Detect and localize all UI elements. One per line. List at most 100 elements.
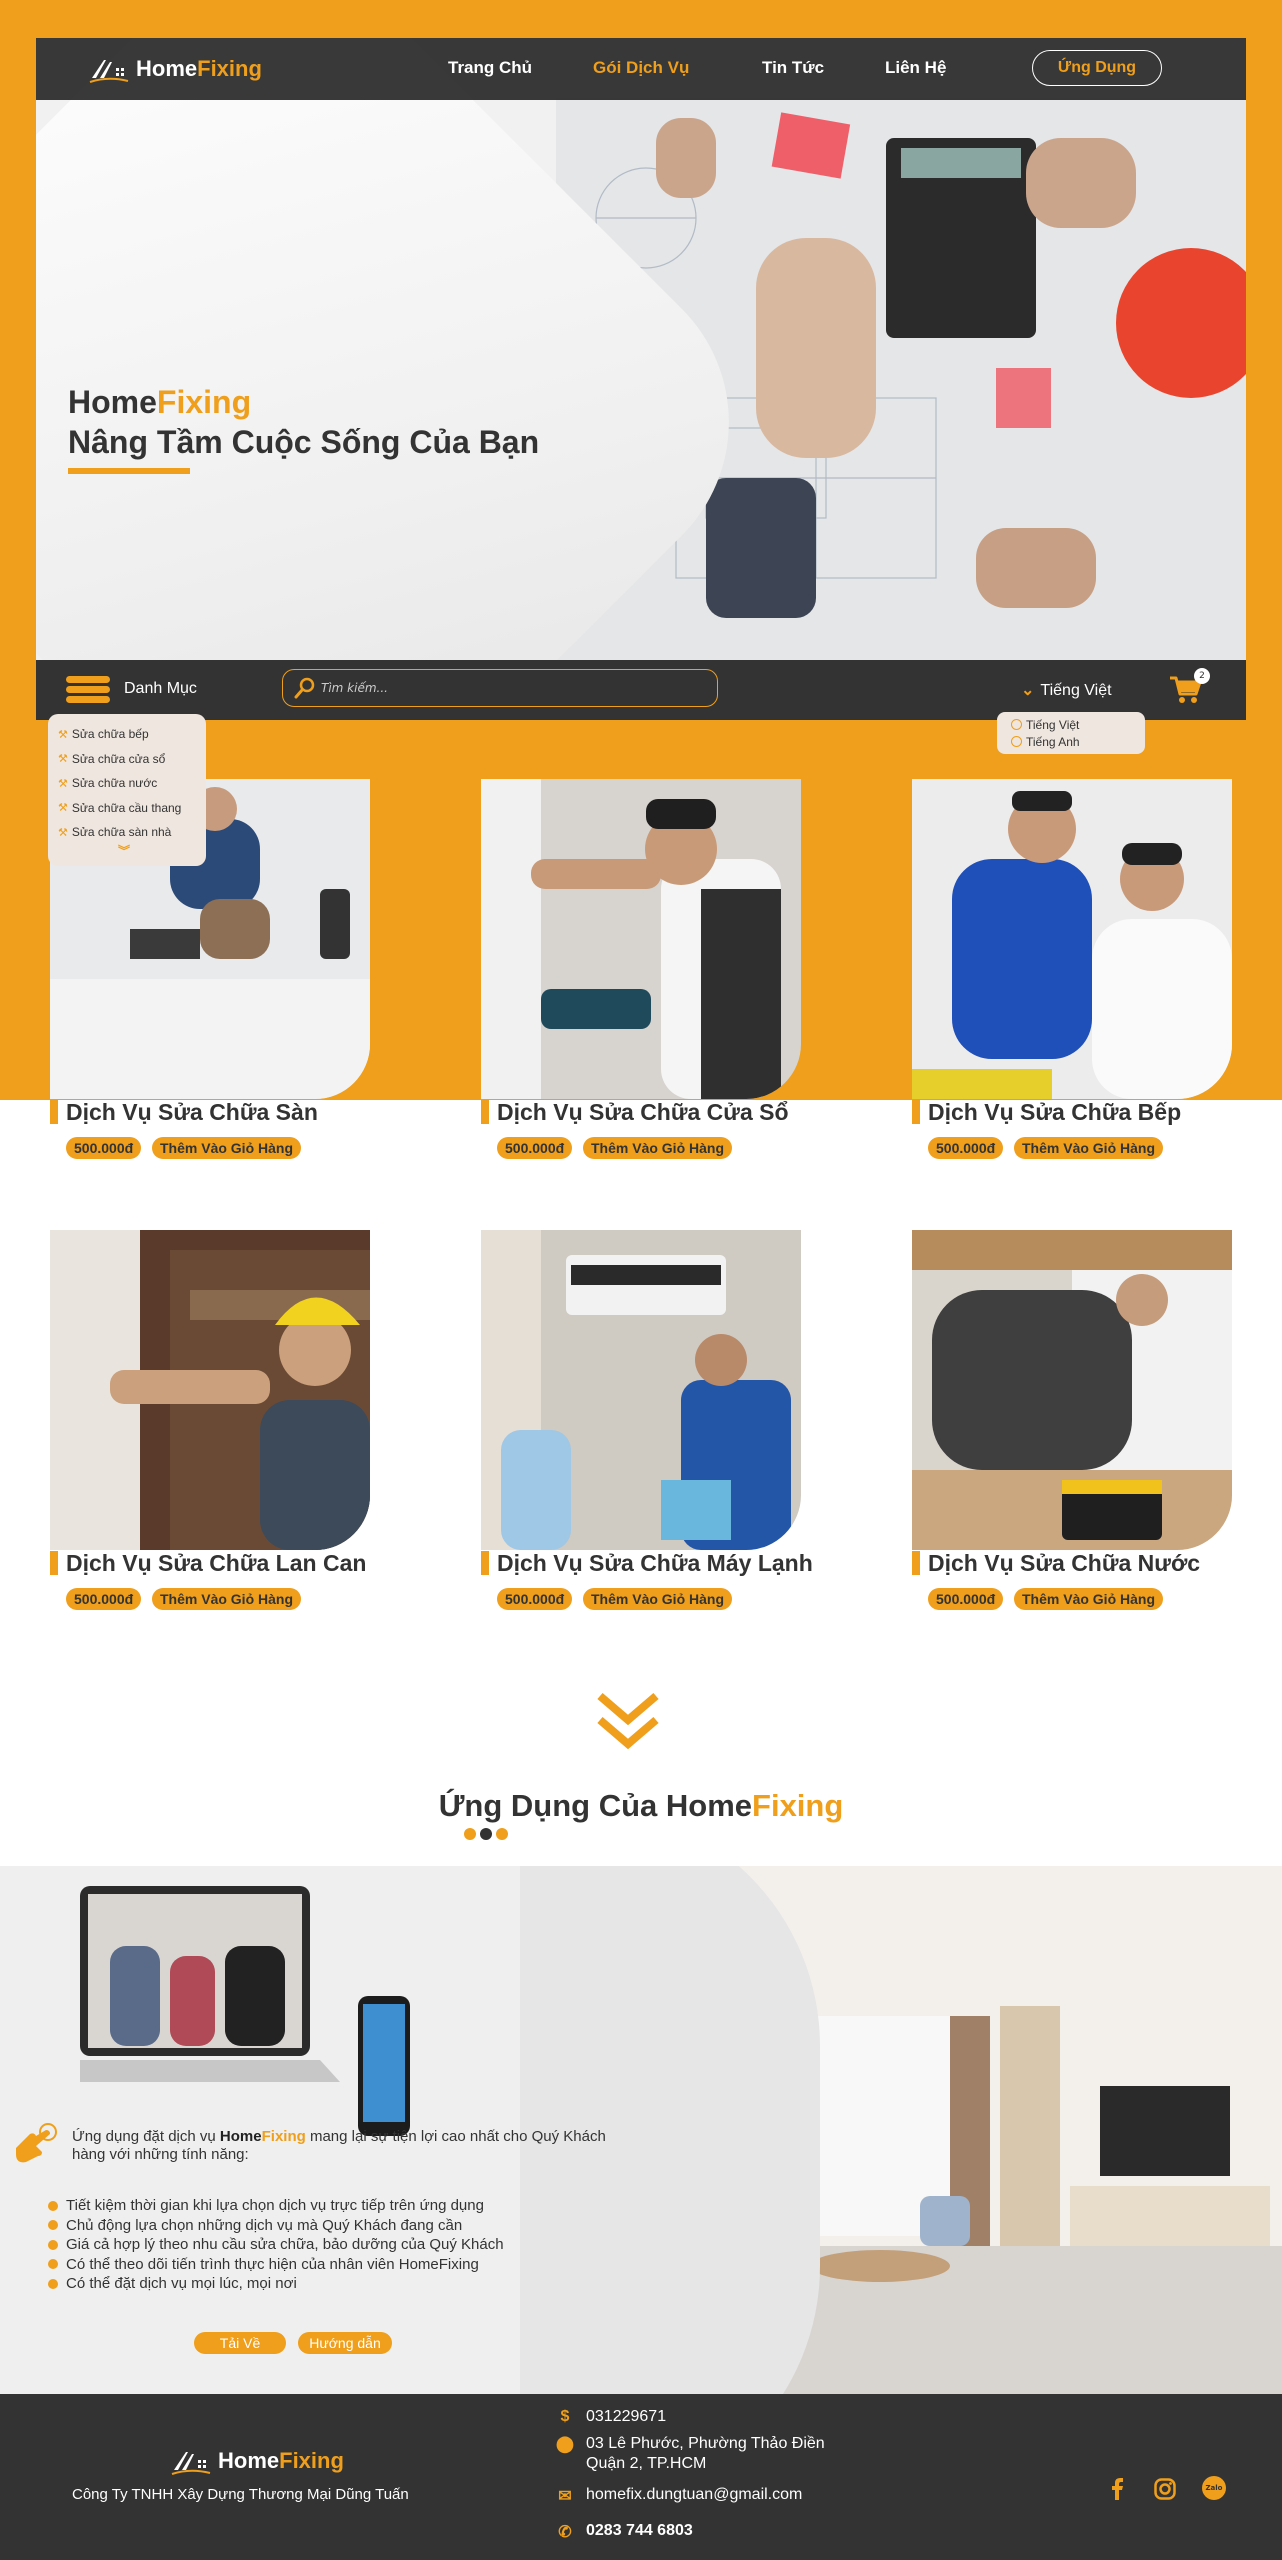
hero-title-home: Home [68, 384, 157, 420]
category-item-water[interactable]: ⚒ Sửa chữa nước [58, 771, 206, 796]
double-chevron-down-icon[interactable]: ︾ [118, 842, 130, 859]
title-dots [464, 1828, 508, 1840]
nav-trang-chu[interactable]: Trang Chủ [448, 58, 532, 78]
hero-banner: HomeFixing Trang Chủ Gói Dịch Vụ Tin Tức… [36, 38, 1246, 660]
menu-icon[interactable] [66, 676, 110, 704]
service-title-text: Dịch Vụ Sửa Chữa Nước [928, 1549, 1201, 1576]
brand-name-fixing: Fixing [279, 2448, 344, 2473]
category-item-kitchen[interactable]: ⚒ Sửa chữa bếp [58, 722, 206, 747]
feature-list: Tiết kiệm thời gian khi lựa chọn dịch vụ… [48, 2196, 504, 2294]
brand-name-home: Home [218, 2448, 280, 2473]
language-option-vi[interactable]: Tiếng Việt [1011, 716, 1145, 733]
app-intro-brand-home: Home [219, 2128, 262, 2145]
app-intro-text: Ứng dụng đặt dịch vụ HomeFixing mang lại… [72, 2128, 612, 2164]
globe-icon [1011, 736, 1022, 747]
wrench-icon: ⚒ [58, 777, 68, 790]
service-photo [481, 1230, 801, 1550]
cart-button[interactable]: 2 [1168, 668, 1210, 710]
footer-logo[interactable]: HomeFixing [170, 2446, 344, 2476]
cart-count-badge: 2 [1194, 668, 1210, 684]
language-dropdown: Tiếng Việt Tiếng Anh [997, 712, 1145, 754]
add-to-cart-button[interactable]: Thêm Vào Giỏ Hàng [152, 1588, 302, 1610]
service-title-text: Dịch Vụ Sửa Chữa Sàn [66, 1098, 318, 1125]
language-label: Tiếng Việt [1040, 682, 1112, 699]
wrench-icon: ⚒ [58, 802, 68, 815]
search-input[interactable]: Tìm kiếm... [282, 669, 718, 707]
download-button[interactable]: Tải Về [194, 2332, 286, 2354]
hotline-text: 0283 744 6803 [586, 2522, 693, 2539]
logo-house-icon [89, 60, 129, 83]
service-title: Dịch Vụ Sửa Chữa Máy Lạnh [481, 1550, 813, 1576]
feature-item: Tiết kiệm thời gian khi lựa chọn dịch vụ… [48, 2196, 504, 2216]
add-to-cart-button[interactable]: Thêm Vào Giỏ Hàng [152, 1137, 302, 1159]
app-button[interactable]: Ứng Dụng [1032, 50, 1162, 86]
hero-underline [68, 468, 190, 474]
facebook-icon[interactable] [1108, 2478, 1126, 2504]
phone-icon: ✆ [558, 2524, 572, 2541]
add-to-cart-button[interactable]: Thêm Vào Giỏ Hàng [1014, 1588, 1164, 1610]
category-item-label: Sửa chữa nước [71, 776, 158, 791]
footer: HomeFixing Công Ty TNHH Xây Dựng Thương … [0, 2394, 1282, 2560]
nav-goi-dich-vu[interactable]: Gói Dịch Vụ [593, 58, 689, 78]
service-photo [481, 779, 801, 1099]
mail-icon: ✉ [558, 2488, 572, 2505]
footer-hotline[interactable]: ✆ 0283 744 6803 [556, 2522, 693, 2542]
add-to-cart-button[interactable]: Thêm Vào Giỏ Hàng [1014, 1137, 1164, 1159]
language-selector[interactable]: ⌄ Tiếng Việt [1021, 680, 1112, 700]
company-name: Công Ty TNHH Xây Dựng Thương Mại Dũng Tu… [72, 2486, 409, 2503]
category-item-label: Sửa chữa bếp [71, 727, 149, 742]
phone-text: 031229671 [586, 2408, 667, 2425]
price-badge: 500.000đ [497, 1137, 573, 1159]
dollar-icon: $ [560, 2408, 570, 2425]
nav-lien-he[interactable]: Liên Hệ [885, 58, 946, 78]
guide-button[interactable]: Hướng dẫn [298, 2332, 392, 2354]
scroll-down-chevron-icon[interactable] [596, 1690, 660, 1758]
service-title-text: Dịch Vụ Sửa Chữa Lan Can [66, 1549, 367, 1576]
wrench-icon: ⚒ [58, 753, 68, 766]
footer-email[interactable]: ✉ homefix.dungtuan@gmail.com [556, 2486, 802, 2506]
menu-label[interactable]: Danh Mục [124, 680, 197, 698]
app-section-title: Ứng Dụng Của HomeFixing [0, 1788, 1282, 1824]
brand-name-fixing: Fixing [197, 56, 262, 81]
service-title-text: Dịch Vụ Sửa Chữa Bếp [928, 1098, 1182, 1125]
add-to-cart-button[interactable]: Thêm Vào Giỏ Hàng [583, 1588, 733, 1610]
category-item-floor[interactable]: ⚒ Sửa chữa sàn nhà [58, 820, 206, 845]
price-badge: 500.000đ [928, 1137, 1004, 1159]
service-title: Dịch Vụ Sửa Chữa Bếp [912, 1099, 1181, 1125]
location-pin-icon: ⬤ [556, 2436, 574, 2453]
app-title-fixing: Fixing [752, 1788, 844, 1823]
add-to-cart-button[interactable]: Thêm Vào Giỏ Hàng [583, 1137, 733, 1159]
language-option-en[interactable]: Tiếng Anh [1011, 733, 1145, 750]
instagram-icon[interactable] [1154, 2478, 1176, 2504]
logo[interactable]: HomeFixing [88, 52, 262, 86]
service-title: Dịch Vụ Sửa Chữa Cửa Sổ [481, 1099, 789, 1125]
app-title-main: Ứng Dụng Của Home [438, 1788, 753, 1823]
chevron-down-icon: ⌄ [1021, 682, 1035, 699]
service-photo [50, 1230, 370, 1550]
feature-item: Chủ động lựa chọn những dịch vụ mà Quý K… [48, 2216, 504, 2236]
service-title: Dịch Vụ Sửa Chữa Nước [912, 1550, 1200, 1576]
app-intro-part1: Ứng dụng đặt dịch vụ [72, 2128, 220, 2145]
feature-item: Có thể đặt dịch vụ mọi lúc, mọi nơi [48, 2274, 504, 2294]
search-icon [294, 677, 315, 699]
search-placeholder: Tìm kiếm... [321, 681, 388, 695]
brand-name-home: Home [136, 56, 198, 81]
laptop-phone-illustration [60, 1886, 450, 2160]
category-item-window[interactable]: ⚒ Sửa chữa cửa sổ [58, 747, 206, 772]
globe-icon [1011, 719, 1022, 730]
hero-subtitle: Nâng Tầm Cuộc Sống Của Bạn [68, 424, 540, 460]
category-item-label: Sửa chữa sàn nhà [71, 825, 172, 840]
zalo-label: Zalo [1202, 2476, 1226, 2500]
service-title: Dịch Vụ Sửa Chữa Lan Can [50, 1550, 366, 1576]
category-item-stairs[interactable]: ⚒ Sửa chữa cầu thang [58, 796, 206, 821]
category-item-label: Sửa chữa cầu thang [71, 800, 182, 815]
feature-item: Giá cả hợp lý theo nhu cầu sửa chữa, bảo… [48, 2235, 504, 2255]
category-toolbar: Danh Mục Tìm kiếm... ⌄ Tiếng Việt 2 [36, 660, 1246, 720]
zalo-icon[interactable]: Zalo [1202, 2476, 1226, 2500]
service-title: Dịch Vụ Sửa Chữa Sàn [50, 1099, 318, 1125]
wrench-icon: ⚒ [58, 728, 68, 741]
service-photo [912, 779, 1232, 1099]
app-intro-brand-fixing: Fixing [261, 2128, 306, 2145]
nav-tin-tuc[interactable]: Tin Tức [762, 58, 824, 78]
category-dropdown: ⚒ Sửa chữa bếp ⚒ Sửa chữa cửa sổ ⚒ Sửa chữa… [48, 714, 206, 866]
